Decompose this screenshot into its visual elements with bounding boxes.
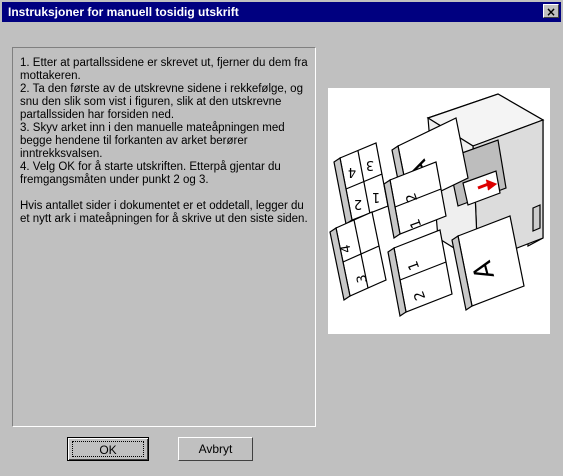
instruction-step-1: 1. Etter at partallssidene er skrevet ut… — [20, 57, 308, 82]
instruction-step-2: 2. Ta den første av de utskrevne sidene … — [20, 83, 303, 121]
ok-button-label: OK — [72, 441, 144, 457]
page-number-1: 1 — [372, 189, 380, 204]
cancel-button[interactable]: Avbryt — [178, 437, 253, 461]
instruction-step-3: 3. Skyv arket inn i den manuelle mateåpn… — [20, 122, 285, 160]
window-title: Instruksjoner for manuell tosidig utskri… — [8, 5, 239, 19]
close-icon: × — [545, 5, 557, 19]
title-bar[interactable]: Instruksjoner for manuell tosidig utskri… — [2, 2, 561, 22]
page-number-3: 3 — [366, 157, 374, 172]
instructions-panel: 1. Etter at partallssidene er skrevet ut… — [12, 47, 316, 427]
duplex-illustration-svg: A 4 3 2 1 2 1 — [329, 93, 545, 318]
ok-button[interactable]: OK — [67, 437, 149, 461]
page-number-4: 4 — [348, 164, 356, 179]
page-number-2: 2 — [354, 196, 362, 211]
dialog-window: Instruksjoner for manuell tosidig utskri… — [0, 0, 563, 476]
sheet-pages-43 — [329, 211, 387, 301]
sheet-pages-12 — [387, 229, 453, 318]
instruction-step-4: 4. Velg OK for å starte utskriften. Ette… — [20, 161, 281, 186]
instructions-text: 1. Etter at partallssidene er skrevet ut… — [20, 57, 310, 226]
duplex-illustration: A 4 3 2 1 2 1 — [328, 88, 550, 334]
instruction-note: Hvis antallet sider i dokumentet er et o… — [20, 200, 308, 225]
close-button[interactable]: × — [543, 4, 559, 19]
